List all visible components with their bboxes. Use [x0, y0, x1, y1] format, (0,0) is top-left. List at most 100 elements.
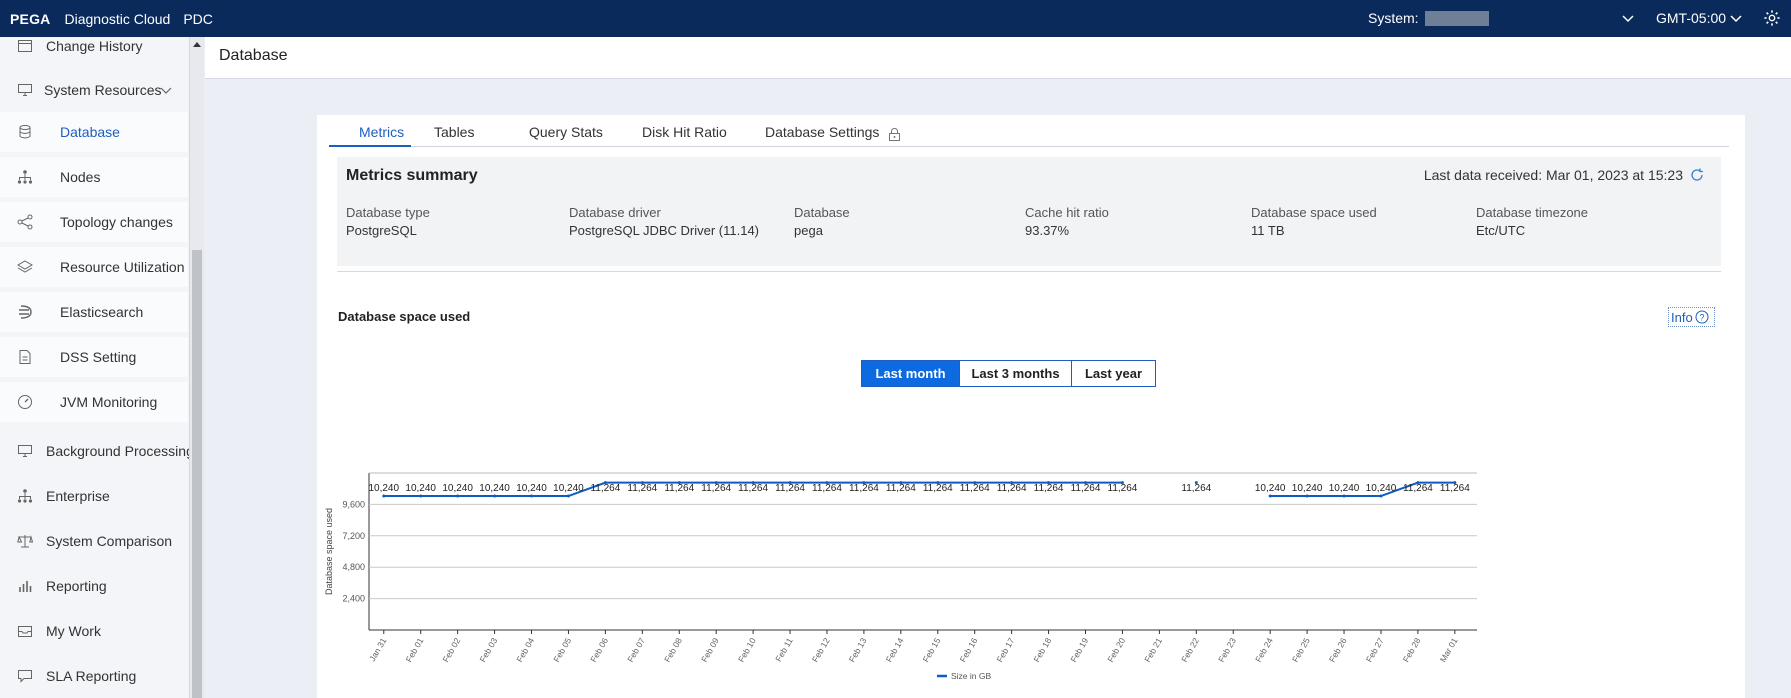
- hierarchy-icon: [17, 170, 33, 184]
- sidebar-item-label: Nodes: [60, 169, 101, 185]
- sidebar-item-reporting[interactable]: Reporting: [0, 566, 188, 606]
- data-label: 11,264: [960, 483, 990, 494]
- x-tick-label: Feb 17: [994, 636, 1016, 664]
- sidebar-item-database[interactable]: Database: [0, 112, 188, 152]
- range-last-month-button[interactable]: Last month: [861, 360, 960, 387]
- brand-logo[interactable]: PEGA: [10, 11, 50, 27]
- refresh-icon[interactable]: [1689, 167, 1705, 183]
- section-divider: [337, 271, 1721, 272]
- y-tick-label: 2,400: [342, 594, 365, 604]
- x-tick-label: Feb 28: [1401, 636, 1423, 664]
- sidebar-item-system-comparison[interactable]: System Comparison: [0, 521, 188, 561]
- data-label: 10,240: [479, 483, 510, 494]
- data-point: [456, 494, 460, 498]
- sidebar-item-label: Topology changes: [60, 214, 173, 230]
- last-data-label: Last data received:: [1423, 167, 1543, 183]
- data-label: 10,240: [553, 483, 584, 494]
- sidebar-item-label: Enterprise: [46, 488, 110, 504]
- data-point: [419, 494, 423, 498]
- summary-title: Metrics summary: [346, 167, 478, 184]
- x-tick-label: Feb 06: [588, 636, 610, 664]
- y-tick-label: 4,800: [342, 562, 365, 572]
- x-tick-label: Feb 16: [958, 636, 980, 664]
- tab-database-settings[interactable]: Database Settings: [765, 124, 879, 140]
- metric-database: Database pega: [794, 205, 850, 238]
- page-header: Database: [205, 37, 1791, 79]
- scroll-up-arrow-icon[interactable]: [193, 41, 201, 49]
- data-label: 11,264: [1071, 483, 1101, 494]
- sidebar-item-change-history[interactable]: Change History: [0, 37, 188, 66]
- metric-key: Database driver: [569, 205, 661, 220]
- data-label: 10,240: [1255, 483, 1286, 494]
- sidebar-item-topology-changes[interactable]: Topology changes: [0, 202, 188, 242]
- lock-icon: [889, 127, 900, 141]
- x-tick-label: Feb 12: [810, 636, 832, 664]
- sidebar-item-sla-reporting[interactable]: SLA Reporting: [0, 656, 188, 696]
- info-button[interactable]: Info ?: [1668, 307, 1715, 327]
- data-label: 11,264: [664, 483, 694, 494]
- data-label: 11,264: [627, 483, 657, 494]
- data-label: 11,264: [923, 483, 953, 494]
- x-tick-label: Feb 10: [736, 636, 758, 664]
- metric-cache-hit-ratio: Cache hit ratio 93.37%: [1025, 205, 1109, 238]
- tab-metrics[interactable]: Metrics: [359, 124, 404, 140]
- legend-label: Size in GB: [951, 671, 991, 681]
- sidebar-item-resource-utilization[interactable]: Resource Utilization: [0, 247, 188, 287]
- sidebar-item-nodes[interactable]: Nodes: [0, 157, 188, 197]
- app-name: Diagnostic Cloud: [64, 10, 171, 27]
- data-label: 11,264: [775, 483, 805, 494]
- x-tick-label: Feb 01: [404, 636, 426, 664]
- tab-query-stats[interactable]: Query Stats: [529, 124, 603, 140]
- range-last-3-months-button[interactable]: Last 3 months: [959, 360, 1072, 387]
- sidebar-item-label: Reporting: [46, 578, 107, 594]
- elastic-icon: [19, 305, 32, 319]
- monitor-icon: [18, 445, 32, 457]
- data-label: 11,264: [812, 483, 842, 494]
- sidebar-item-label: System Resources: [44, 82, 162, 98]
- sidebar-item-dss-setting[interactable]: DSS Setting: [0, 337, 188, 377]
- last-data-received: Last data received: Mar 01, 2023 at 15:2…: [1424, 167, 1705, 183]
- chart-title: Database space used: [338, 309, 471, 324]
- x-tick-label: Feb 19: [1068, 636, 1090, 664]
- sidebar-item-label: JVM Monitoring: [60, 394, 158, 410]
- range-last-year-button[interactable]: Last year: [1071, 360, 1156, 387]
- metric-database-timezone: Database timezone Etc/UTC: [1476, 205, 1588, 238]
- sidebar-item-jvm-monitoring[interactable]: JVM Monitoring: [0, 382, 188, 422]
- x-tick-label: Mar 01: [1438, 636, 1460, 664]
- sidebar-item-system-resources[interactable]: System Resources: [0, 70, 188, 110]
- metric-value: PostgreSQL JDBC Driver (11.14): [569, 223, 760, 238]
- x-tick-label: Feb 03: [477, 636, 499, 664]
- data-label: 10,240: [1366, 483, 1397, 494]
- gear-icon[interactable]: [1763, 9, 1781, 27]
- sidebar-scrollbar-thumb[interactable]: [192, 250, 202, 698]
- metric-database-type: Database type PostgreSQL: [346, 205, 430, 238]
- metric-value: PostgreSQL: [346, 223, 417, 238]
- sidebar-item-background-processing[interactable]: Background Processing: [0, 431, 189, 471]
- data-point: [493, 494, 497, 498]
- sidebar-item-elasticsearch[interactable]: Elasticsearch: [0, 292, 188, 332]
- x-tick-label: Feb 24: [1253, 636, 1275, 664]
- sidebar-item-enterprise[interactable]: Enterprise: [0, 476, 188, 516]
- sidebar-item-label: My Work: [46, 623, 101, 639]
- x-tick-label: Jan 31: [367, 636, 389, 663]
- x-tick-label: Feb 07: [625, 636, 647, 664]
- data-label: 11,264: [701, 483, 731, 494]
- tab-disk-hit-ratio[interactable]: Disk Hit Ratio: [642, 124, 727, 140]
- x-tick-label: Feb 08: [662, 636, 684, 664]
- system-value-redacted: [1425, 11, 1489, 26]
- metric-value: Etc/UTC: [1476, 223, 1526, 238]
- timezone-dropdown-chevron-icon[interactable]: [1729, 11, 1743, 25]
- data-label: 10,240: [516, 483, 547, 494]
- system-dropdown-chevron-icon[interactable]: [1621, 11, 1635, 25]
- x-tick-label: Feb 14: [884, 636, 906, 664]
- tab-bar: Metrics Tables Query Stats Disk Hit Rati…: [329, 115, 1729, 147]
- timezone-selector[interactable]: GMT-05:00: [1656, 10, 1726, 26]
- document-icon: [19, 350, 31, 364]
- data-point: [1342, 494, 1346, 498]
- chevron-down-icon[interactable]: [158, 82, 174, 98]
- data-point: [382, 494, 386, 498]
- tab-tables[interactable]: Tables: [434, 124, 474, 140]
- sidebar-item-my-work[interactable]: My Work: [0, 611, 188, 651]
- x-tick-label: Feb 18: [1031, 636, 1053, 664]
- data-label: 11,264: [1108, 483, 1138, 494]
